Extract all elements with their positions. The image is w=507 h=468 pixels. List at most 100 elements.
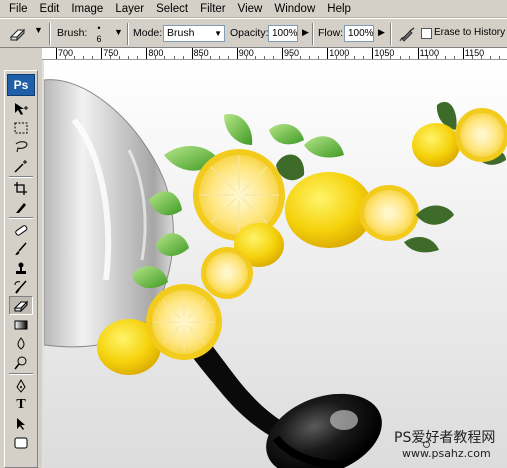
mode-select[interactable]: Brush ▼ [163, 25, 225, 42]
ruler-minor-tick [408, 56, 410, 59]
horizontal-ruler: 70075080085090095010001050110011501200 [42, 48, 507, 60]
flow-value: 100% [348, 28, 374, 39]
menu-bar: File Edit Image Layer Select Filter View… [0, 0, 507, 18]
document-canvas[interactable] [44, 60, 507, 468]
ruler-minor-tick [363, 56, 365, 59]
crop-tool-icon[interactable] [9, 178, 33, 197]
airbrush-button[interactable] [398, 24, 418, 44]
separator [312, 23, 314, 45]
menu-file[interactable]: File [3, 0, 34, 18]
canvas-artwork [44, 60, 507, 468]
ruler-minor-tick [399, 56, 401, 59]
brush-tool-icon[interactable] [9, 239, 33, 258]
ruler-minor-tick [471, 56, 473, 59]
watermark-title: PS爱好者教程网 [394, 430, 496, 446]
opacity-label: Opacity: [230, 27, 269, 39]
ruler-minor-tick [300, 56, 302, 59]
ruler-minor-tick [272, 56, 274, 59]
flow-slider-icon[interactable]: ▶ [378, 27, 385, 38]
menu-select[interactable]: Select [150, 0, 194, 18]
ruler-minor-tick [164, 56, 166, 59]
menu-filter[interactable]: Filter [194, 0, 232, 18]
separator [390, 23, 392, 45]
gradient-tool-icon[interactable] [9, 315, 33, 334]
magic-wand-icon[interactable] [9, 156, 33, 175]
options-bar: ▼ Brush: • 6 ▼ Mode: Brush ▼ Opacity: 10… [0, 18, 507, 48]
brush-dropdown-icon[interactable]: ▼ [114, 27, 123, 37]
lasso-tool-icon[interactable] [9, 137, 33, 156]
toolbox-separator [9, 373, 33, 375]
ruler-minor-tick [453, 56, 455, 59]
ruler-minor-tick [227, 56, 229, 59]
ruler-minor-tick [381, 56, 383, 59]
ruler-minor-tick [65, 56, 67, 59]
ruler-minor-tick [74, 56, 76, 59]
ruler-minor-tick [155, 56, 157, 59]
separator [127, 23, 129, 45]
brush-size: 6 [96, 34, 102, 44]
toolbox: Ps T [4, 70, 38, 468]
menu-layer[interactable]: Layer [109, 0, 150, 18]
ruler-minor-tick [218, 56, 220, 59]
ruler-minor-tick [489, 56, 491, 59]
slice-tool-icon[interactable] [9, 197, 33, 216]
eraser-tool-icon[interactable] [9, 296, 33, 315]
tool-preset-picker[interactable] [6, 23, 30, 45]
ruler-minor-tick [291, 56, 293, 59]
ruler-minor-tick [200, 56, 202, 59]
ruler-minor-tick [245, 56, 247, 59]
type-tool-icon[interactable]: T [9, 395, 33, 414]
ruler-minor-tick [426, 56, 428, 59]
ruler-minor-tick [209, 56, 211, 59]
history-brush-icon[interactable] [9, 277, 33, 296]
toolbox-separator [9, 217, 33, 219]
move-tool-icon[interactable] [9, 99, 33, 118]
ps-logo[interactable]: Ps [7, 74, 35, 96]
ruler-minor-tick [354, 56, 356, 59]
erase-to-history-label: Erase to History [434, 27, 506, 38]
eraser-icon [9, 28, 26, 41]
menu-help[interactable]: Help [321, 0, 357, 18]
flow-field[interactable]: 100% [344, 25, 374, 42]
erase-to-history-checkbox[interactable] [421, 28, 432, 39]
shape-tool-icon[interactable] [9, 433, 33, 452]
mode-value: Brush [167, 27, 195, 39]
ruler-minor-tick [173, 56, 175, 59]
ruler-minor-tick [263, 56, 265, 59]
ruler-minor-tick [128, 56, 130, 59]
ruler-minor-tick [435, 56, 437, 59]
brush-preset-picker[interactable]: • 6 [92, 23, 106, 45]
ruler-minor-tick [498, 56, 500, 59]
opacity-slider-icon[interactable]: ▶ [302, 27, 309, 38]
dodge-tool-icon[interactable] [9, 353, 33, 372]
marquee-tool-icon[interactable] [9, 118, 33, 137]
photoshop-window: File Edit Image Layer Select Filter View… [0, 0, 507, 468]
brush-dot-icon: • [97, 23, 101, 33]
ruler-minor-tick [119, 56, 121, 59]
flow-label: Flow: [318, 27, 344, 39]
pen-tool-icon[interactable] [9, 376, 33, 395]
menu-window[interactable]: Window [268, 0, 321, 18]
ruler-minor-tick [92, 56, 94, 59]
tool-preset-dropdown-icon[interactable]: ▼ [34, 25, 43, 35]
ruler-minor-tick [182, 56, 184, 59]
watermark: PS爱好者教程网 www.psahz.com [394, 430, 495, 461]
menu-image[interactable]: Image [65, 0, 109, 18]
menu-edit[interactable]: Edit [34, 0, 66, 18]
opacity-field[interactable]: 100% [268, 25, 298, 42]
ruler-minor-tick [309, 56, 311, 59]
ruler-minor-tick [345, 56, 347, 59]
chevron-down-icon: ▼ [214, 29, 222, 38]
ruler-minor-tick [83, 56, 85, 59]
watermark-url: www.psahz.com [402, 447, 491, 460]
opacity-value: 100% [272, 28, 298, 39]
airbrush-icon [399, 27, 415, 42]
separator [49, 23, 51, 45]
blur-tool-icon[interactable] [9, 334, 33, 353]
healing-brush-icon[interactable] [9, 220, 33, 239]
clone-stamp-icon[interactable] [9, 258, 33, 277]
ruler-minor-tick [390, 56, 392, 59]
path-select-icon[interactable] [9, 414, 33, 433]
mode-label: Mode: [133, 27, 163, 39]
menu-view[interactable]: View [232, 0, 269, 18]
